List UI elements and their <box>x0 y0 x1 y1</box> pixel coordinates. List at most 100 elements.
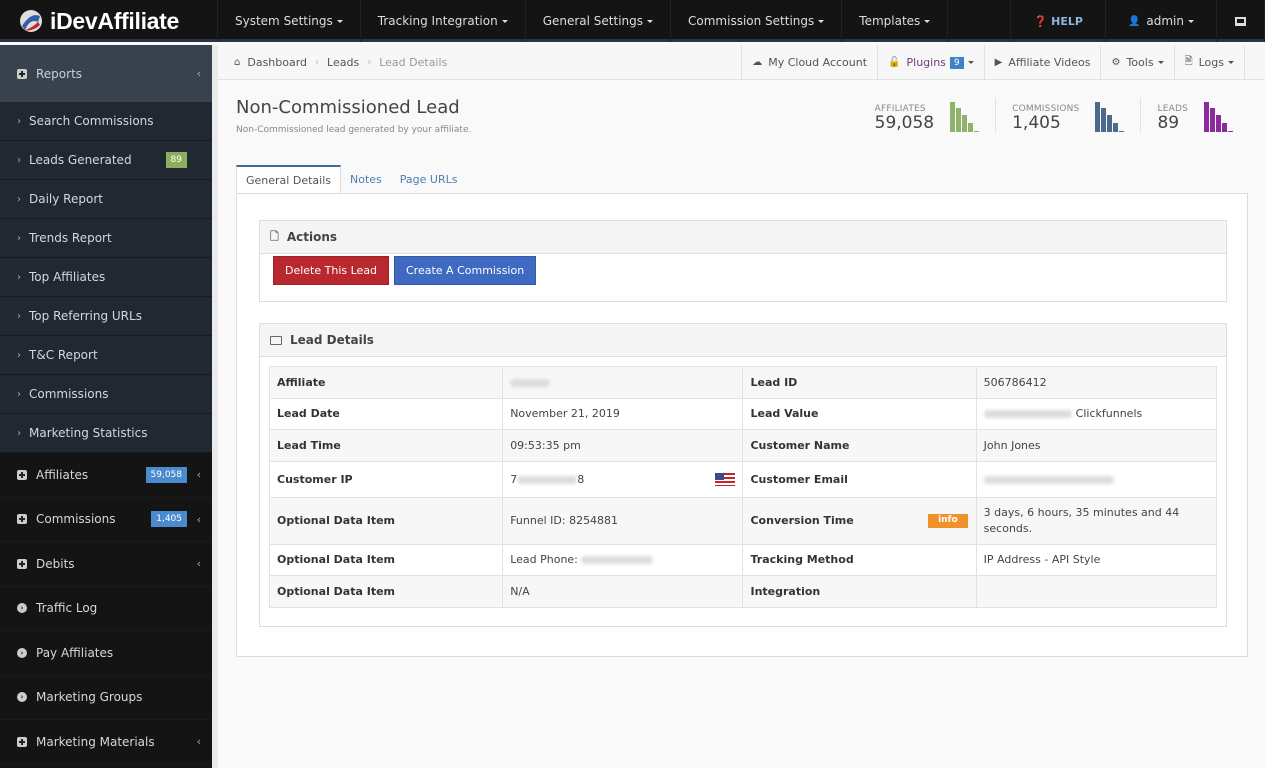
menu-general-settings[interactable]: General Settings <box>524 0 670 42</box>
file-icon: 🗋 <box>270 229 279 243</box>
sidebar-item-debits[interactable]: Debits ‹ <box>0 542 212 587</box>
logo-icon <box>20 10 42 32</box>
menu-templates[interactable]: Templates <box>841 0 949 42</box>
chevron-left-icon: ‹ <box>196 735 201 749</box>
delete-lead-button[interactable]: Delete This Lead <box>273 256 390 285</box>
user-dropdown[interactable]: 👤 admin <box>1104 0 1216 42</box>
affiliate-videos-button[interactable]: ▶ Affiliate Videos <box>983 45 1101 80</box>
sidebar-item-traffic-log[interactable]: › Traffic Log <box>0 587 212 631</box>
sidebar-subitem-search-commissions[interactable]: › Search Commissions <box>0 102 212 141</box>
tab-notes[interactable]: Notes <box>341 165 391 194</box>
field-value: 09:53:35 pm <box>502 429 744 462</box>
plugins-dropdown[interactable]: 🔓 Plugins 9 <box>877 45 984 80</box>
sidebar-label: Traffic Log <box>36 601 98 616</box>
toolbar-label: Plugins <box>906 56 946 69</box>
menu-commission-settings[interactable]: Commission Settings <box>670 0 841 42</box>
sidebar-label: Pay Affiliates <box>36 645 114 660</box>
breadcrumb-current: Lead Details <box>379 56 448 69</box>
sidebar-subitem-leads-generated[interactable]: › Leads Generated 89 <box>0 141 212 180</box>
menu-label: Tracking Integration <box>377 14 498 28</box>
caret-down-icon <box>1228 61 1234 64</box>
field-value: John Jones <box>975 429 1218 462</box>
actions-panel: 🗋 Actions Delete This Lead Create A Commi… <box>259 220 1227 302</box>
affiliate-value[interactable] <box>502 366 744 399</box>
sidebar-item-marketing-groups[interactable]: › Marketing Groups <box>0 676 212 720</box>
tab-general-details[interactable]: General Details <box>236 165 341 194</box>
stat-leads[interactable]: LEADS 89 <box>1140 98 1249 132</box>
chevron-right-icon: › <box>17 427 21 439</box>
redacted-text <box>581 556 654 565</box>
sidebar: Reports ‹ › Search Commissions › Leads Gen… <box>0 45 212 768</box>
tools-dropdown[interactable]: ⚙ Tools <box>1100 45 1173 80</box>
sidebar-subitem-tc-report[interactable]: › T&C Report <box>0 336 212 375</box>
sidebar-label: Debits <box>36 556 75 571</box>
panel-heading: 🗋 Actions <box>260 221 1226 254</box>
sidebar-item-pay-affiliates[interactable]: › Pay Affiliates <box>0 631 212 676</box>
customer-ip-value: 78 <box>502 460 744 498</box>
sidebar-subitem-marketing-statistics[interactable]: › Marketing Statistics <box>0 414 212 453</box>
caret-down-icon <box>336 19 343 23</box>
stat-affiliates[interactable]: AFFILIATES 59,058 <box>859 98 995 132</box>
menu-label: Commission Settings <box>688 14 815 28</box>
logs-dropdown[interactable]: 🗎 Logs <box>1173 45 1245 80</box>
sidebar-item-affiliates[interactable]: Affiliates 59,058 ‹ <box>0 453 212 498</box>
breadcrumb-dashboard[interactable]: Dashboard <box>247 56 307 69</box>
chevron-right-icon: › <box>17 349 21 361</box>
stat-value: 89 <box>1157 113 1180 133</box>
menu-label: General Settings <box>542 14 644 28</box>
customer-email-value <box>975 460 1218 498</box>
lead-details-panel: Lead Details Affiliate Lead ID 506786412… <box>259 323 1227 627</box>
sidebar-item-marketing-materials[interactable]: Marketing Materials ‹ <box>0 720 212 765</box>
sidebar-subitem-commissions[interactable]: › Commissions <box>0 375 212 414</box>
lead-phone-label: Lead Phone: <box>510 553 578 567</box>
panel-title: Actions <box>286 230 338 244</box>
monitor-icon <box>1235 16 1246 26</box>
field-label-text: Conversion Time <box>750 514 854 527</box>
plus-square-icon <box>17 558 27 569</box>
my-cloud-account-button[interactable]: ☁ My Cloud Account <box>741 45 877 80</box>
sidebar-subitem-top-referring-urls[interactable]: › Top Referring URLs <box>0 297 212 336</box>
field-value: November 21, 2019 <box>502 397 744 430</box>
sparkline-bars-icon <box>950 100 980 132</box>
create-commission-button[interactable]: Create A Commission <box>394 256 537 285</box>
toolbar-label: Logs <box>1198 56 1224 69</box>
help-link[interactable]: ❓ HELP <box>1010 0 1105 42</box>
monitor-button[interactable] <box>1216 0 1265 42</box>
breadcrumb-leads[interactable]: Leads <box>327 56 359 69</box>
panel-title: Lead Details <box>290 333 374 347</box>
sidebar-item-commissions[interactable]: Commissions 1,405 ‹ <box>0 498 212 542</box>
us-flag-icon <box>715 473 736 486</box>
sidebar-scrollbar[interactable] <box>212 45 218 768</box>
sidebar-subitem-top-affiliates[interactable]: › Top Affiliates <box>0 258 212 297</box>
app-logo[interactable]: iDevAffiliate <box>18 7 179 35</box>
chevron-right-icon: › <box>17 232 21 244</box>
chevron-right-icon: › <box>17 310 21 322</box>
field-label: Customer IP <box>268 460 504 498</box>
field-label: Tracking Method <box>742 543 977 576</box>
field-label: Lead ID <box>742 366 977 399</box>
home-icon: ⌂ <box>234 57 241 68</box>
help-label: HELP <box>1051 14 1083 28</box>
tab-page-urls[interactable]: Page URLs <box>391 165 467 194</box>
sidebar-label: Commissions <box>36 512 116 527</box>
field-value: IP Address - API Style <box>975 543 1218 576</box>
caret-down-icon <box>1188 19 1194 23</box>
info-badge[interactable]: info <box>928 513 968 528</box>
count-badge: 59,058 <box>145 466 187 483</box>
table-row: Lead Time 09:53:35 pm Customer Name John… <box>268 429 1218 462</box>
username: admin <box>1146 14 1184 28</box>
ip-prefix: 7 <box>510 472 518 486</box>
field-label: Lead Date <box>268 397 504 430</box>
menu-tracking-integration[interactable]: Tracking Integration <box>359 0 525 42</box>
chevron-right-icon: › <box>17 154 21 166</box>
menu-system-settings[interactable]: System Settings <box>217 0 360 42</box>
sidebar-subitem-daily-report[interactable]: › Daily Report <box>0 180 212 219</box>
play-circle-icon: ▶ <box>994 57 1003 68</box>
sidebar-subitem-trends-report[interactable]: › Trends Report <box>0 219 212 258</box>
stat-commissions[interactable]: COMMISSIONS 1,405 <box>995 98 1140 132</box>
sidebar-item-reports[interactable]: Reports ‹ <box>0 45 212 102</box>
sidebar-label: Marketing Statistics <box>29 426 148 440</box>
count-badge: 1,405 <box>151 511 187 528</box>
lead-details-table: Affiliate Lead ID 506786412 Lead Date No… <box>268 366 1218 608</box>
table-row: Affiliate Lead ID 506786412 <box>268 366 1218 399</box>
